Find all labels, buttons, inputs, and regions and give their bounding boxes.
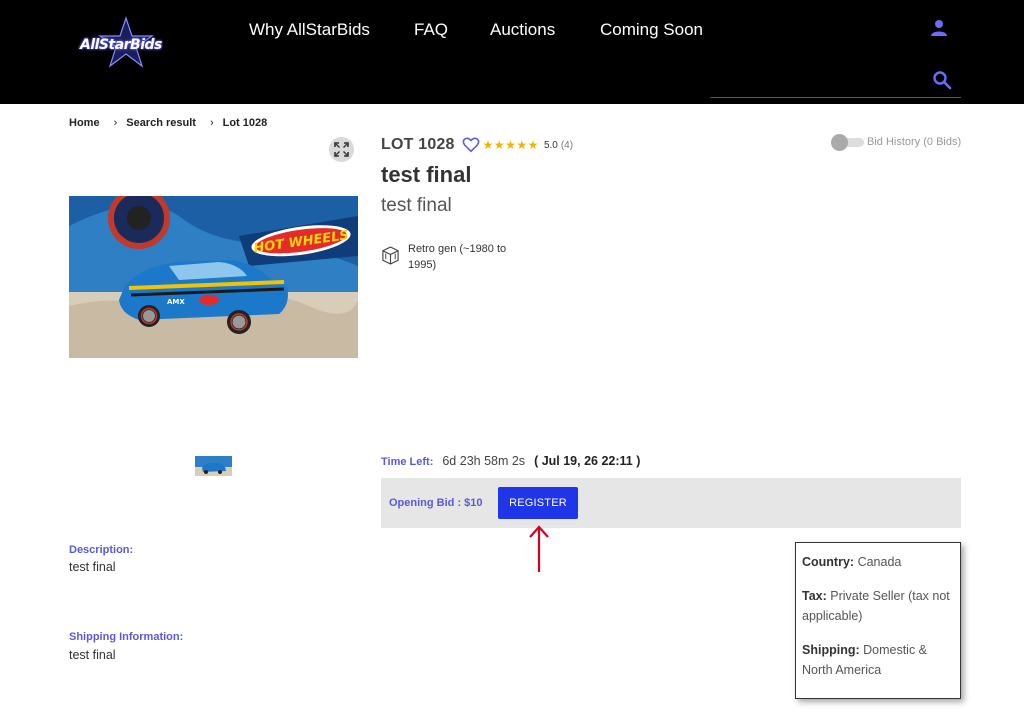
shipping-info-text: test final: [69, 648, 116, 662]
bid-bar: Opening Bid : $10 REGISTER: [381, 478, 961, 528]
heart-icon[interactable]: [462, 136, 480, 154]
opening-bid: Opening Bid : $10: [389, 497, 483, 509]
annotation-arrow-icon: [529, 525, 549, 572]
breadcrumb-current: Lot 1028: [222, 117, 268, 129]
tax-label: Tax:: [802, 589, 827, 603]
search-icon[interactable]: [932, 70, 952, 90]
expand-icon: [334, 142, 349, 157]
toy-car-photo: HOT WHEELS AMX: [69, 196, 358, 358]
register-button[interactable]: REGISTER: [498, 487, 578, 519]
description-label: Description:: [69, 544, 134, 556]
bid-history-label: Bid History (0 Bids): [867, 136, 962, 148]
time-left-label: Time Left:: [381, 456, 434, 468]
lot-main-image[interactable]: HOT WHEELS AMX: [69, 196, 358, 358]
logo-text: AllStarBids: [80, 37, 162, 53]
era-label: Retro gen (~1980 to 1995): [408, 243, 507, 271]
breadcrumb-home[interactable]: Home: [69, 117, 100, 129]
user-icon[interactable]: [929, 18, 949, 38]
nav-why-allstarbids[interactable]: Why AllStarBids: [249, 20, 370, 40]
era-icon: [382, 246, 399, 265]
time-left-value: 6d 23h 58m 2s: [442, 454, 526, 468]
country-info: Country: Canada: [802, 552, 954, 572]
seller-info-box: Country: Canada Tax: Private Seller (tax…: [795, 542, 961, 699]
toggle-switch[interactable]: [831, 134, 864, 151]
country-value: Canada: [857, 555, 902, 569]
shipping-info: Shipping: Domestic & North America: [802, 640, 954, 680]
shipping-info-label: Shipping Information:: [69, 631, 184, 643]
tax-info: Tax: Private Seller (tax not applicable): [802, 586, 954, 626]
time-left-row: Time Left: 6d 23h 58m 2s ( Jul 19, 26 22…: [381, 454, 640, 468]
toggle-knob: [831, 134, 848, 151]
auction-end-date: ( Jul 19, 26 22:11 ): [534, 454, 641, 468]
lot-thumbnail[interactable]: [195, 456, 232, 476]
thumbnail-image: [195, 456, 232, 476]
nav-coming-soon[interactable]: Coming Soon: [600, 20, 703, 40]
item-title: test final: [381, 162, 472, 187]
breadcrumb-separator: ›: [209, 117, 214, 129]
bid-history-toggle[interactable]: Bid History (0 Bids): [831, 134, 962, 151]
breadcrumb: Home › Search result › Lot 1028: [69, 117, 267, 129]
country-label: Country:: [802, 555, 855, 569]
lot-number: LOT 1028: [381, 136, 455, 153]
nav-auctions[interactable]: Auctions: [490, 20, 555, 40]
lot-header-row: LOT 1028 ★★★★★ 5.0 (4): [381, 136, 573, 154]
nav-faq[interactable]: FAQ: [414, 20, 448, 40]
breadcrumb-search-result[interactable]: Search result: [126, 117, 196, 129]
rating-stars: ★★★★★: [482, 138, 539, 152]
search-input[interactable]: [710, 66, 961, 98]
site-header: AllStarBids Why AllStarBids FAQ Auctions…: [0, 0, 1024, 104]
shipping-label: Shipping:: [802, 643, 860, 657]
logo[interactable]: AllStarBids: [74, 16, 174, 68]
rating-value: 5.0: [543, 139, 558, 151]
svg-text:AMX: AMX: [167, 298, 185, 306]
description-text: test final: [69, 560, 116, 574]
rating-count: (4): [560, 139, 574, 151]
fullscreen-button[interactable]: [329, 137, 354, 162]
breadcrumb-separator: ›: [113, 117, 118, 129]
item-subtitle: test final: [381, 195, 452, 216]
